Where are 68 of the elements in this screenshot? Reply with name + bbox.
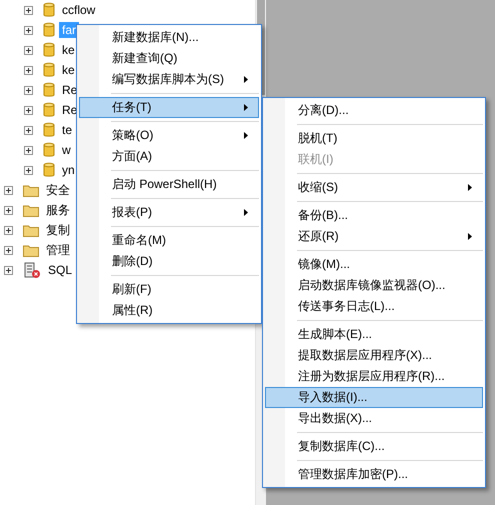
expand-icon[interactable] [24, 66, 33, 74]
folder-icon [23, 244, 39, 256]
expand-icon[interactable] [4, 206, 13, 214]
expand-icon[interactable] [4, 266, 13, 274]
menu-item[interactable]: 方面(A) [79, 146, 259, 167]
folder-icon [23, 204, 39, 216]
expand-icon[interactable] [24, 166, 33, 174]
menu-item[interactable]: 传送事务日志(L)... [265, 296, 483, 317]
menu-item[interactable]: 新建数据库(N)... [79, 27, 259, 48]
menu-item[interactable]: 属性(R) [79, 300, 259, 321]
menu-item[interactable]: 编写数据库脚本为(S) [79, 69, 259, 90]
database-icon [43, 122, 55, 138]
database-icon [43, 42, 55, 58]
tree-item[interactable]: 安全 [43, 180, 73, 200]
database-icon [43, 162, 55, 178]
menu-item[interactable]: 报表(P) [79, 202, 259, 223]
menu-item[interactable]: 策略(O) [79, 125, 259, 146]
database-icon [43, 102, 55, 118]
menu-item[interactable]: 收缩(S) [265, 177, 483, 198]
menu-item[interactable]: 导出数据(X)... [265, 408, 483, 429]
expand-icon[interactable] [24, 106, 33, 114]
menu-item[interactable]: 还原(R) [265, 226, 483, 247]
tree-item[interactable]: w [59, 142, 74, 158]
folder-icon [23, 224, 39, 236]
menu-item[interactable]: 任务(T) [79, 97, 259, 118]
menu-item[interactable]: 启动 PowerShell(H) [79, 174, 259, 195]
menu-item[interactable]: 刷新(F) [79, 279, 259, 300]
tree-item[interactable]: Re [59, 102, 80, 118]
expand-icon[interactable] [24, 126, 33, 134]
menu-item[interactable]: 导入数据(I)... [265, 387, 483, 408]
database-icon [43, 142, 55, 158]
menu-item[interactable]: 分离(D)... [265, 100, 483, 121]
tree-item[interactable]: ccflow [59, 2, 98, 18]
menu-item[interactable]: 镜像(M)... [265, 254, 483, 275]
database-icon [43, 62, 55, 78]
expand-icon[interactable] [24, 6, 33, 14]
menu-item[interactable]: 提取数据层应用程序(X)... [265, 345, 483, 366]
tree-item[interactable]: Re [59, 82, 80, 98]
database-icon [43, 82, 55, 98]
expand-icon[interactable] [4, 246, 13, 254]
menu-item[interactable]: 注册为数据层应用程序(R)... [265, 366, 483, 387]
tree-item[interactable]: ke [59, 42, 78, 58]
expand-icon[interactable] [24, 86, 33, 94]
menu-item[interactable]: 脱机(T) [265, 128, 483, 149]
expand-icon[interactable] [24, 46, 33, 54]
tree-item[interactable]: 服务 [43, 200, 73, 220]
menu-item[interactable]: 管理数据库加密(P)... [265, 464, 483, 485]
tree-item[interactable]: te [59, 122, 76, 138]
menu-item[interactable]: 备份(B)... [265, 205, 483, 226]
tree-item[interactable]: ke [59, 62, 78, 78]
menu-item[interactable]: 新建查询(Q) [79, 48, 259, 69]
database-icon [43, 2, 55, 18]
expand-icon[interactable] [24, 26, 33, 34]
menu-item[interactable]: 删除(D) [79, 251, 259, 272]
tree-item[interactable]: 管理 [43, 240, 73, 260]
expand-icon[interactable] [4, 186, 13, 194]
expand-icon[interactable] [4, 226, 13, 234]
expand-icon[interactable] [24, 146, 33, 154]
menu-item[interactable]: 复制数据库(C)... [265, 436, 483, 457]
menu-item[interactable]: 生成脚本(E)... [265, 324, 483, 345]
server-error-icon [23, 262, 41, 278]
menu-item[interactable]: 重命名(M) [79, 230, 259, 251]
tree-item[interactable]: SQL [45, 262, 76, 278]
menu-item[interactable]: 启动数据库镜像监视器(O)... [265, 275, 483, 296]
database-icon [43, 22, 55, 38]
folder-icon [23, 184, 39, 196]
tree-item[interactable]: 复制 [43, 220, 73, 240]
tree-item[interactable]: yn [59, 162, 78, 178]
